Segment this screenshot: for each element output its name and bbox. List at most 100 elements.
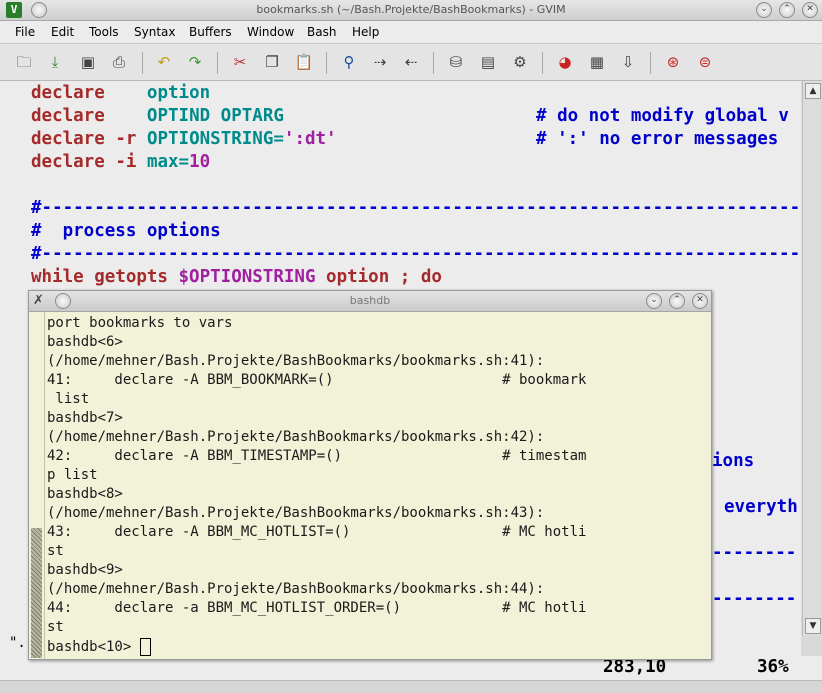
terminal-line: list — [47, 391, 90, 407]
terminal-line: (/home/mehner/Bash.Projekte/BashBookmark… — [47, 353, 545, 369]
code-fragment: ions — [712, 451, 755, 471]
build-tags-icon[interactable]: ▦ — [586, 52, 608, 72]
menu-syntax[interactable]: Syntax — [134, 25, 175, 39]
window-title: bookmarks.sh (~/Bash.Projekte/BashBookma… — [256, 3, 566, 16]
find-help-icon[interactable]: ⊜ — [694, 52, 716, 72]
scroll-up-arrow-icon[interactable]: ▲ — [805, 83, 821, 99]
keyword-declare: declare — [31, 106, 105, 126]
code-fragment: everyth — [724, 497, 798, 517]
toolbar-separator — [217, 52, 218, 74]
cursor-position: 283,10 — [603, 657, 667, 677]
terminal-output[interactable]: port bookmarks to vars bashdb<6> (/home/… — [47, 312, 711, 659]
code-fragment: -------- — [712, 543, 797, 563]
load-session-icon[interactable]: ⛁ — [445, 52, 467, 72]
toolbar-separator — [650, 52, 651, 74]
save-session-icon[interactable]: ⤓ — [44, 52, 66, 72]
code-fragment: -------- — [712, 589, 797, 609]
toolbar: 🗀 ⤓ ▣ ⎙ ↶ ↷ ✂ ❐ 📋 ⚲ ⇢ ⇠ ⛁ ▤ ⚙ ◕ ▦ ⇩ ⊛ ⊜ — [0, 44, 822, 81]
bashdb-title-bar: ✗ bashdb ⌄ ⌃ ✕ — [29, 291, 711, 312]
terminal-line: p list — [47, 467, 98, 483]
menu-help[interactable]: Help — [352, 25, 379, 39]
maximize-button[interactable]: ⌃ — [779, 2, 795, 18]
help-icon[interactable]: ⊛ — [662, 52, 684, 72]
terminal-line: st — [47, 619, 64, 635]
code-comment: # do not modify global v — [536, 106, 789, 126]
keyword-do: option ; do — [326, 267, 442, 287]
redo-icon[interactable]: ↷ — [184, 52, 206, 72]
toolbar-separator — [433, 52, 434, 74]
code-line-4: declare -i max=10 — [31, 152, 210, 172]
minimize-button[interactable]: ⌄ — [646, 293, 662, 309]
title-bar: V bookmarks.sh (~/Bash.Projekte/BashBook… — [0, 0, 822, 21]
terminal-line: (/home/mehner/Bash.Projekte/BashBookmark… — [47, 429, 545, 445]
terminal-line: 42: declare -A BBM_TIMESTAMP=() # timest… — [47, 448, 587, 464]
close-button[interactable]: ✕ — [802, 2, 818, 18]
close-button[interactable]: ✕ — [692, 293, 708, 309]
bashdb-title: bashdb — [349, 294, 391, 307]
terminal-line: (/home/mehner/Bash.Projekte/BashBookmark… — [47, 505, 545, 521]
terminal-line: bashdb<9> — [47, 562, 123, 578]
bashdb-terminal-window[interactable]: ✗ bashdb ⌄ ⌃ ✕ port bookmarks to vars ba… — [28, 290, 712, 660]
file-percent: 36% — [757, 657, 789, 677]
jump-tag-icon[interactable]: ⇩ — [617, 52, 639, 72]
scroll-down-arrow-icon[interactable]: ▼ — [805, 618, 821, 634]
string-literal: ':dt' — [283, 129, 337, 149]
run-script-icon[interactable]: ⚙ — [509, 52, 531, 72]
keyword-declare: declare — [31, 152, 105, 172]
keyword-while: while getopts — [31, 267, 168, 287]
declare-flag: -i — [115, 152, 137, 172]
keyword-declare: declare — [31, 83, 105, 103]
terminal-line: bashdb<8> — [47, 486, 123, 502]
find-prev-icon[interactable]: ⇠ — [400, 52, 422, 72]
toolbar-separator — [326, 52, 327, 74]
cut-icon[interactable]: ✂ — [229, 52, 251, 72]
copy-icon[interactable]: ❐ — [261, 52, 283, 72]
keyword-declare: declare — [31, 129, 105, 149]
terminal-line: bashdb<6> — [47, 334, 123, 350]
maximize-button[interactable]: ⌃ — [669, 293, 685, 309]
section-comment: # process options — [31, 221, 221, 241]
code-line-2: declare OPTIND OPTARG — [31, 106, 284, 126]
comment-rule: #---------------------------------------… — [31, 198, 801, 218]
code-line-1: declare option — [31, 83, 210, 103]
menu-tools[interactable]: Tools — [89, 25, 119, 39]
terminal-line: 41: declare -A BBM_BOOKMARK=() # bookmar… — [47, 372, 587, 388]
menu-window[interactable]: Window — [247, 25, 294, 39]
code-line-3: declare -r OPTIONSTRING=':dt' — [31, 129, 337, 149]
terminal-line: port bookmarks to vars — [47, 315, 233, 331]
find-replace-icon[interactable]: ⚲ — [338, 52, 360, 72]
terminal-line: bashdb<7> — [47, 410, 123, 426]
terminal-line: (/home/mehner/Bash.Projekte/BashBookmark… — [47, 581, 545, 597]
terminal-line: st — [47, 543, 64, 559]
open-icon[interactable]: 🗀 — [13, 52, 35, 72]
minimize-button[interactable]: ⌄ — [756, 2, 772, 18]
var-name: option — [146, 83, 211, 103]
code-line-while: while getopts $OPTIONSTRING option ; do — [31, 267, 442, 287]
var-name: OPTIONSTRING= — [146, 129, 284, 149]
code-comment: # ':' no error messages — [536, 129, 779, 149]
toolbar-separator — [142, 52, 143, 74]
terminal-line: 43: declare -A BBM_MC_HOTLIST=() # MC ho… — [47, 524, 587, 540]
menu-file[interactable]: File — [15, 25, 35, 39]
save-icon[interactable]: ▣ — [77, 52, 99, 72]
menu-edit[interactable]: Edit — [51, 25, 74, 39]
var-ref: $OPTIONSTRING — [178, 267, 316, 287]
terminal-prompt-line[interactable]: bashdb<10> — [47, 638, 151, 656]
number-literal: 10 — [189, 152, 211, 172]
print-icon[interactable]: ⎙ — [108, 52, 130, 72]
terminal-line: 44: declare -a BBM_MC_HOTLIST_ORDER=() #… — [47, 600, 587, 616]
make-icon[interactable]: ◕ — [554, 52, 576, 72]
bashdb-prompt: bashdb<10> — [47, 639, 140, 655]
menu-bash[interactable]: Bash — [307, 25, 336, 39]
save-session-icon[interactable]: ▤ — [477, 52, 499, 72]
comment-rule: #---------------------------------------… — [31, 244, 801, 264]
scrollbar-thumb[interactable] — [31, 528, 42, 658]
undo-icon[interactable]: ↶ — [153, 52, 175, 72]
var-name: max= — [146, 152, 190, 172]
terminal-scrollbar[interactable] — [29, 312, 45, 659]
editor-scrollbar[interactable]: ▲ ▼ — [802, 81, 821, 636]
menu-buffers[interactable]: Buffers — [189, 25, 232, 39]
declare-flag: -r — [115, 129, 137, 149]
find-next-icon[interactable]: ⇢ — [369, 52, 391, 72]
paste-icon[interactable]: 📋 — [293, 52, 315, 72]
